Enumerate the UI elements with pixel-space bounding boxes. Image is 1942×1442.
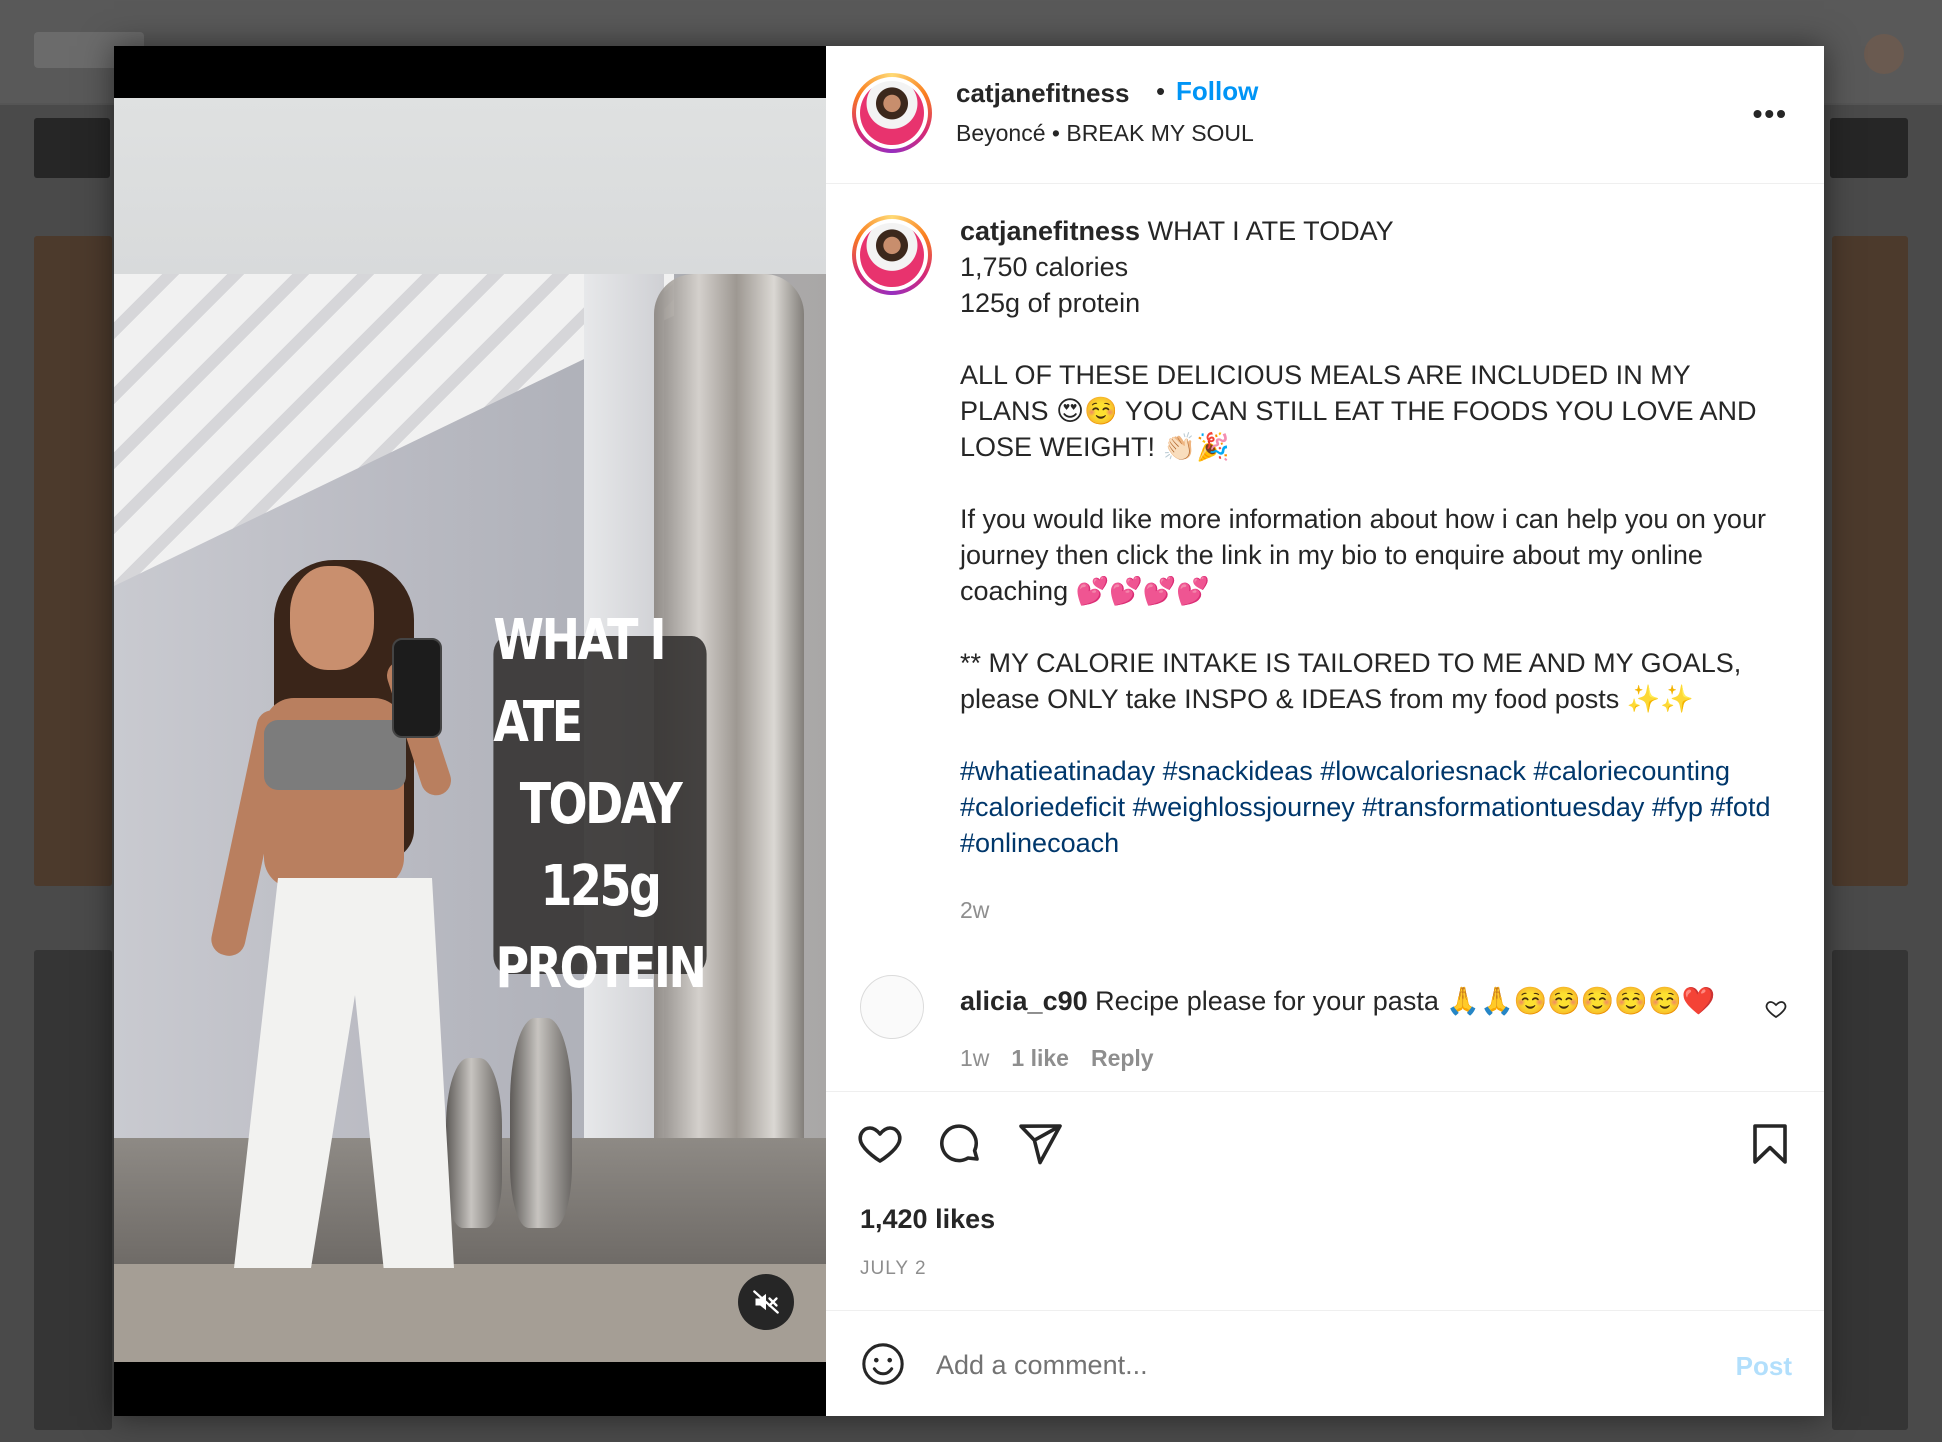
person-sports-top [264,720,406,790]
background-tile [34,118,110,178]
emoji-icon[interactable] [860,1341,906,1387]
post-details-panel: catjanefitness • Follow Beyoncé • BREAK … [826,46,1824,1416]
follow-button[interactable]: Follow [1176,76,1258,107]
post-comment-button[interactable]: Post [1736,1351,1792,1382]
caption-line: 1,750 calories [960,252,1129,282]
background-tile [34,950,112,1430]
post-modal: WHAT I ATE TODAY 125g PROTEIN catjanefit… [114,46,1824,1416]
author-avatar[interactable] [852,73,932,153]
sticker-line: PROTEIN [495,936,707,1001]
caption-line: 125g of protein [960,288,1141,318]
header-separator: • [1156,76,1166,106]
caption-hashtags[interactable]: #whatieatinaday #snackideas #lowcalories… [960,753,1780,861]
commenter-username[interactable]: alicia_c90 [960,986,1088,1016]
sticker-line: 125g [540,854,662,919]
caption-paragraph: ** MY CALORIE INTAKE IS TAILORED TO ME A… [960,648,1742,714]
background-tile [1832,236,1908,886]
sticker-line: TODAY [519,772,683,837]
author-username[interactable]: catjanefitness [956,78,1129,109]
post-actions: 1,420 likes JULY 2 [826,1091,1824,1341]
sticker-line: WHAT I ATE [493,608,666,755]
person-face [290,566,374,670]
comment-meta: 1w 1 like Reply [960,1045,1154,1072]
vase [510,1018,572,1228]
audio-artist: Beyoncé [956,120,1046,146]
comment-likes[interactable]: 1 like [1011,1045,1069,1072]
reply-button[interactable]: Reply [1091,1045,1154,1072]
video-text-sticker: WHAT I ATE TODAY 125g PROTEIN [493,608,707,1001]
save-bookmark-icon[interactable] [1746,1120,1794,1168]
mute-button[interactable] [738,1274,794,1330]
comment-input[interactable] [936,1341,1716,1389]
comment-body: alicia_c90 Recipe please for your pasta … [960,985,1715,1017]
post-video[interactable]: WHAT I ATE TODAY 125g PROTEIN [114,46,826,1416]
video-frame: WHAT I ATE TODAY 125g PROTEIN [114,98,826,1362]
post-date[interactable]: JULY 2 [860,1258,927,1280]
commenter-avatar[interactable] [860,975,924,1039]
background-tile [1832,950,1908,1430]
comments-section: catjanefitness WHAT I ATE TODAY 1,750 ca… [826,185,1824,1135]
share-paper-plane-icon[interactable] [1016,1120,1064,1168]
caption-paragraph: If you would like more information about… [960,504,1766,606]
caption-paragraph: ALL OF THESE DELICIOUS MEALS ARE INCLUDE… [960,360,1757,462]
comment-text: Recipe please for your pasta 🙏🙏☺️☺️☺️☺️☺… [1095,986,1716,1016]
background-tile [34,236,112,886]
caption-username[interactable]: catjanefitness [960,216,1140,246]
comment-heart-icon[interactable] [1764,997,1788,1021]
comment-item: alicia_c90 Recipe please for your pasta … [826,975,1824,1095]
audio-attribution[interactable]: Beyoncé • BREAK MY SOUL [956,120,1254,147]
caption-timestamp[interactable]: 2w [960,897,989,924]
add-comment-bar: Post [826,1310,1824,1416]
background-tile [1830,118,1908,178]
caption-author-avatar[interactable] [852,215,932,295]
post-caption: catjanefitness WHAT I ATE TODAY 1,750 ca… [960,213,1780,897]
background-avatar [1864,34,1904,74]
speaker-muted-icon [753,1290,779,1314]
like-heart-icon[interactable] [856,1120,904,1168]
vase [446,1058,502,1228]
phone [392,638,442,738]
comment-bubble-icon[interactable] [936,1120,984,1168]
like-count[interactable]: 1,420 likes [860,1204,995,1235]
caption-line: WHAT I ATE TODAY [1147,216,1394,246]
more-options-icon[interactable]: ••• [1753,98,1788,130]
post-header: catjanefitness • Follow Beyoncé • BREAK … [826,46,1824,184]
video-bottom-band [114,1264,826,1362]
comment-time[interactable]: 1w [960,1045,989,1072]
audio-title: BREAK MY SOUL [1066,120,1254,146]
audio-separator: • [1051,120,1060,146]
